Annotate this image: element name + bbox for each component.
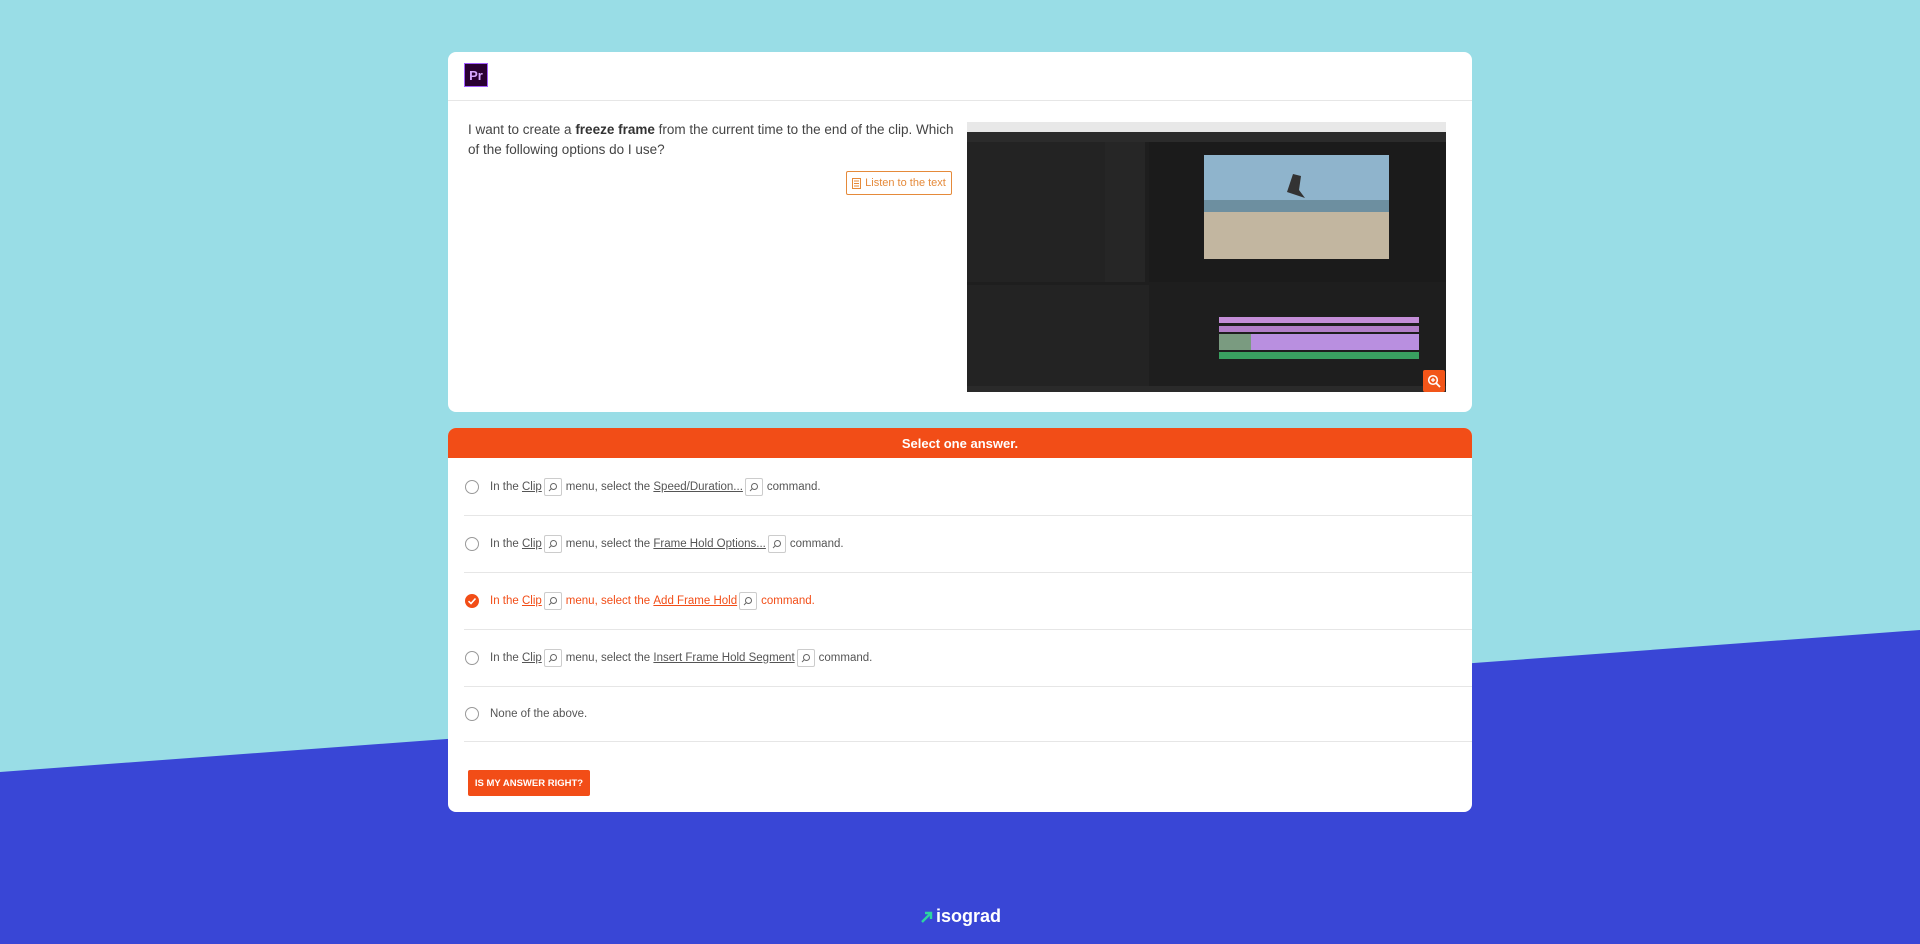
option-text: In the xyxy=(490,538,519,550)
question-text: I want to create a freeze frame from the… xyxy=(468,120,958,160)
option-text: command. xyxy=(767,481,821,493)
option-text: command. xyxy=(790,538,844,550)
arrow-icon xyxy=(920,910,934,924)
answer-option-3[interactable]: In the Clip menu, select the Add Frame H… xyxy=(464,572,1472,630)
radio-button[interactable] xyxy=(465,480,479,494)
answer-option-5[interactable]: None of the above. xyxy=(464,686,1472,742)
radio-button[interactable] xyxy=(465,651,479,665)
option-text: command. xyxy=(819,652,873,664)
zoom-in-icon xyxy=(1427,374,1441,388)
option-text: menu, select the xyxy=(566,538,650,550)
question-bold-term: freeze frame xyxy=(575,122,655,137)
search-icon[interactable] xyxy=(768,535,786,553)
menu-link[interactable]: Clip xyxy=(522,652,542,664)
option-text: In the xyxy=(490,652,519,664)
question-text-start: I want to create a xyxy=(468,122,575,137)
menu-link[interactable]: Clip xyxy=(522,595,542,607)
document-icon xyxy=(852,178,861,189)
option-text: menu, select the xyxy=(566,595,650,607)
menu-link[interactable]: Clip xyxy=(522,538,542,550)
option-text: menu, select the xyxy=(566,652,650,664)
isograd-logo: isograd xyxy=(920,906,1001,927)
answer-option-4[interactable]: In the Clip menu, select the Insert Fram… xyxy=(464,629,1472,687)
premiere-screenshot-image xyxy=(967,122,1446,392)
command-link[interactable]: Speed/Duration... xyxy=(653,481,743,493)
option-text: command. xyxy=(761,595,815,607)
search-icon[interactable] xyxy=(544,535,562,553)
search-icon[interactable] xyxy=(544,592,562,610)
checkmark-icon xyxy=(465,594,479,608)
option-text: In the xyxy=(490,595,519,607)
option-text: menu, select the xyxy=(566,481,650,493)
question-header: Pr xyxy=(448,52,1472,101)
answers-header: Select one answer. xyxy=(448,428,1472,458)
listen-button[interactable]: Listen to the text xyxy=(846,171,952,195)
search-icon[interactable] xyxy=(739,592,757,610)
check-answer-button[interactable]: IS MY ANSWER RIGHT? xyxy=(468,770,590,796)
command-link[interactable]: Frame Hold Options... xyxy=(653,538,765,550)
radio-button[interactable] xyxy=(465,707,479,721)
option-text: None of the above. xyxy=(490,708,587,720)
radio-button[interactable] xyxy=(465,537,479,551)
premiere-pro-logo: Pr xyxy=(464,63,488,87)
search-icon[interactable] xyxy=(544,649,562,667)
answers-card: Select one answer. In the Clip menu, sel… xyxy=(448,428,1472,812)
search-icon[interactable] xyxy=(797,649,815,667)
answer-option-2[interactable]: In the Clip menu, select the Frame Hold … xyxy=(464,515,1472,573)
question-card: Pr I want to create a freeze frame from … xyxy=(448,52,1472,412)
option-text: In the xyxy=(490,481,519,493)
listen-label: Listen to the text xyxy=(865,177,946,189)
radio-button-checked[interactable] xyxy=(465,594,479,608)
brand-name: isograd xyxy=(936,906,1001,927)
zoom-button[interactable] xyxy=(1423,370,1445,392)
search-icon[interactable] xyxy=(745,478,763,496)
question-screenshot[interactable] xyxy=(967,122,1446,392)
command-link[interactable]: Add Frame Hold xyxy=(653,595,737,607)
command-link[interactable]: Insert Frame Hold Segment xyxy=(653,652,794,664)
search-icon[interactable] xyxy=(544,478,562,496)
menu-link[interactable]: Clip xyxy=(522,481,542,493)
answer-option-1[interactable]: In the Clip menu, select the Speed/Durat… xyxy=(464,458,1472,516)
